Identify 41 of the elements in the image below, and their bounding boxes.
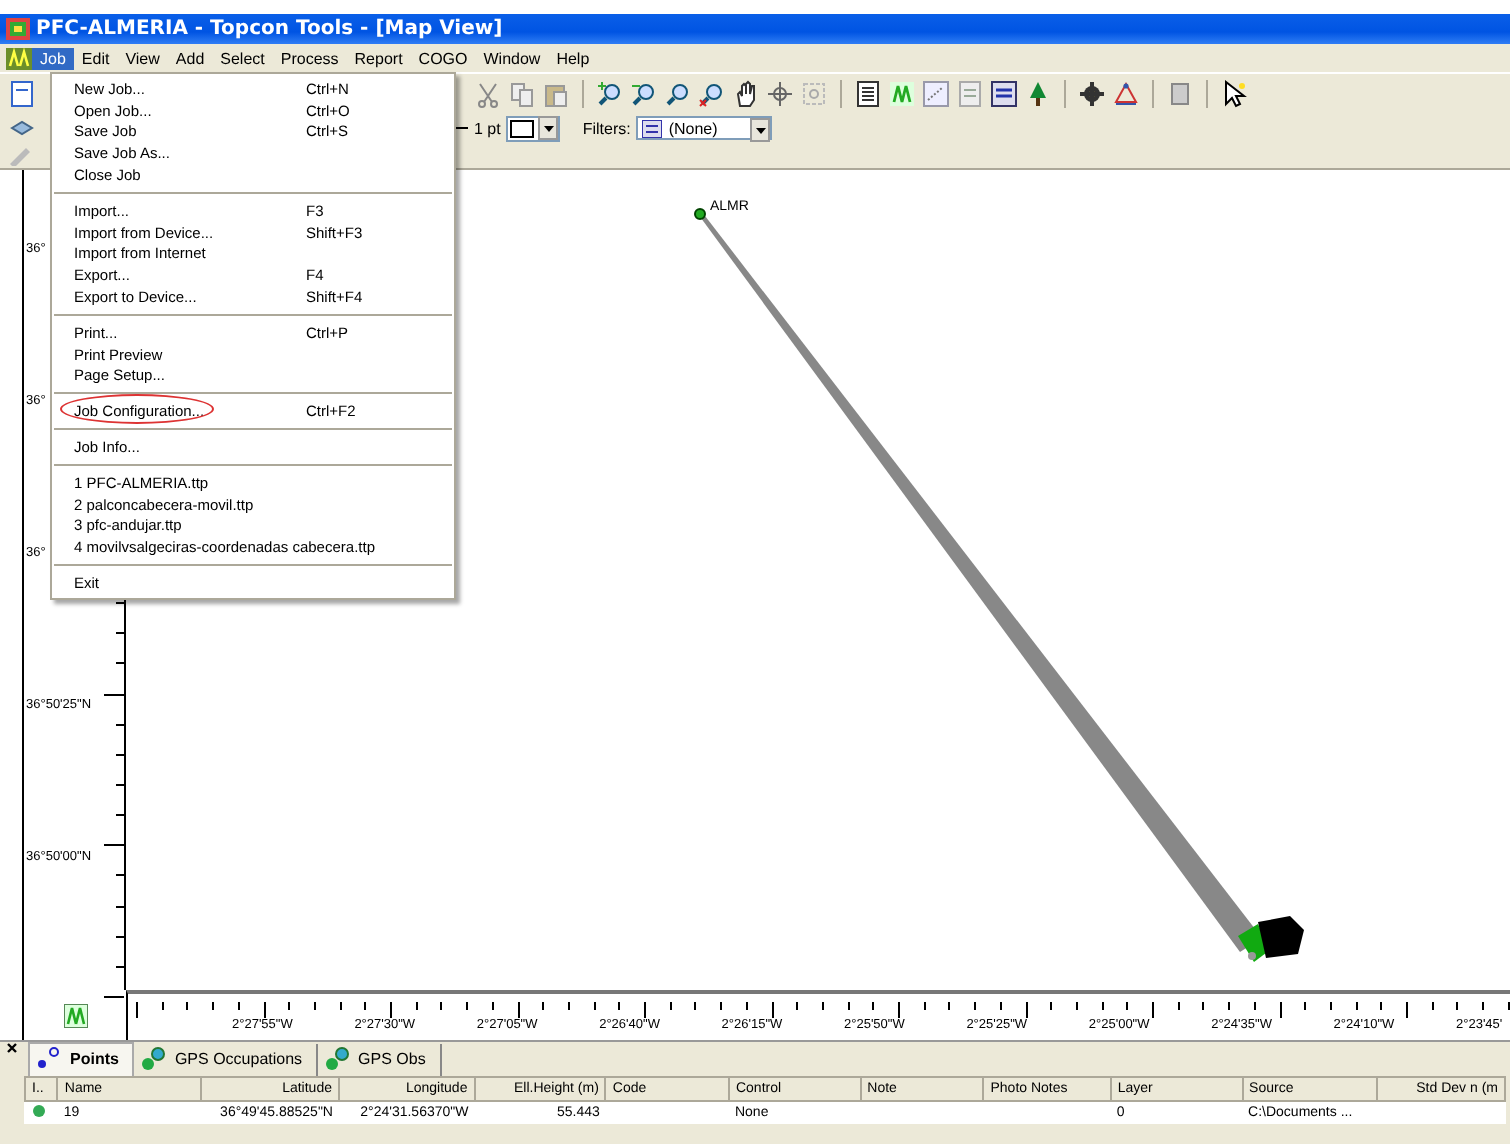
move-icon[interactable]	[766, 79, 794, 108]
scissors-icon[interactable]	[474, 79, 502, 108]
zoom-out-icon[interactable]	[630, 79, 658, 108]
line-style-dropdown[interactable]	[506, 115, 561, 142]
menu-item[interactable]: Report	[346, 47, 411, 69]
point-marker	[694, 208, 706, 220]
zoom-cancel-icon[interactable]	[698, 79, 726, 108]
zoom-icon[interactable]	[664, 79, 692, 108]
filter-icon	[642, 119, 663, 138]
status-dot-icon	[31, 1104, 45, 1118]
menu-item[interactable]: Job	[32, 47, 74, 69]
tree-icon[interactable]	[1024, 79, 1052, 108]
points-icon	[36, 1046, 62, 1072]
zoom-in-icon[interactable]	[596, 79, 624, 108]
window-title: PFC-ALMERIA - Topcon Tools - [Map View]	[36, 18, 503, 40]
hand-icon[interactable]	[732, 79, 760, 108]
menu-item[interactable]: Add	[167, 47, 213, 69]
line-width-label: 1 pt	[474, 119, 501, 138]
menu-item[interactable]: COGO	[410, 47, 476, 69]
menu-item[interactable]: Process	[272, 47, 347, 69]
menu-item[interactable]: Edit	[73, 47, 118, 69]
new-job-icon[interactable]	[8, 79, 36, 108]
app-icon[interactable]	[6, 47, 32, 69]
filters-label: Filters:	[582, 119, 631, 138]
filter-dropdown[interactable]: (None)	[636, 116, 773, 141]
station-marker	[1238, 916, 1304, 962]
dropdown-arrow-icon	[755, 127, 766, 134]
menu-item[interactable]: Window	[475, 47, 549, 69]
list-icon[interactable]	[990, 79, 1018, 108]
menu-item[interactable]: Help	[548, 47, 598, 69]
filter-value: (None)	[668, 119, 718, 138]
table-icon[interactable]	[854, 79, 882, 108]
gear-icon[interactable]	[1078, 79, 1106, 108]
pointer-icon[interactable]	[1220, 79, 1248, 108]
menu-item[interactable]: Select	[212, 47, 273, 69]
panel-tab[interactable]: Points	[28, 1042, 135, 1076]
dropdown-arrow-icon	[543, 125, 554, 132]
close-icon[interactable]	[6, 1042, 18, 1054]
app-icon	[6, 18, 30, 40]
menu-item[interactable]: View	[117, 47, 168, 69]
triangle-icon[interactable]	[1112, 79, 1140, 108]
